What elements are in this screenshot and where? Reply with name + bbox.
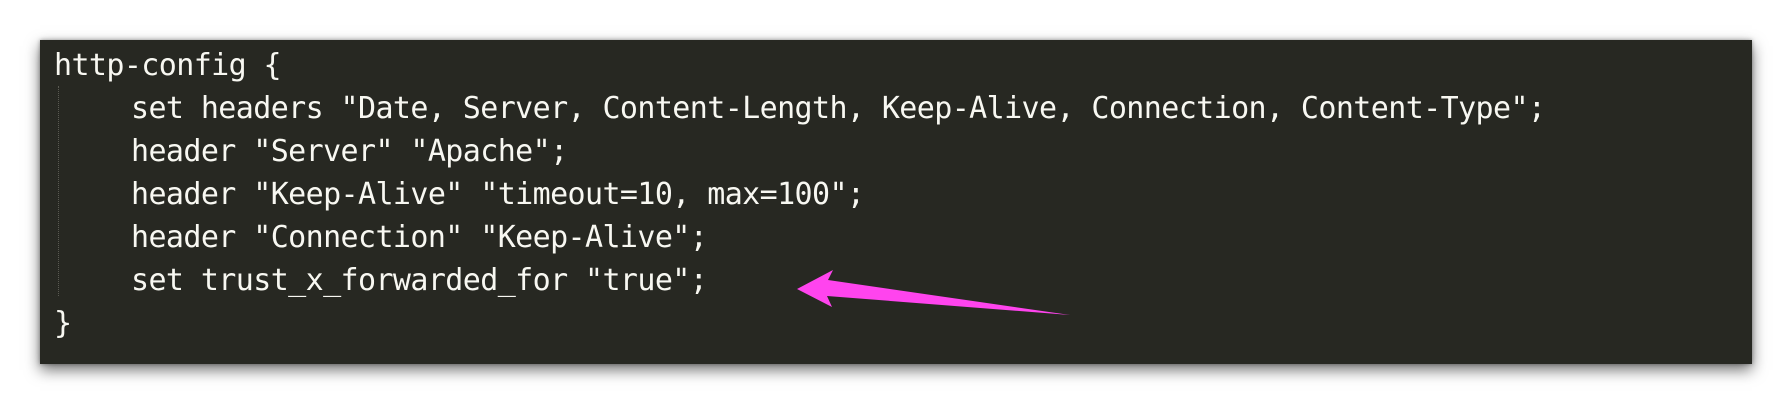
code-snippet-panel: http-config { set headers "Date, Server, … [40,40,1752,364]
code-line-2: set headers "Date, Server, Content-Lengt… [131,91,1546,126]
code-line-3: header "Server" "Apache"; [131,134,568,169]
code-line-7: } [54,306,72,341]
code-block: http-config { set headers "Date, Server, … [54,44,1546,345]
code-line-6: set trust_x_forwarded_for "true"; [131,263,708,298]
code-line-4: header "Keep-Alive" "timeout=10, max=100… [131,177,865,212]
code-line-5: header "Connection" "Keep-Alive"; [131,220,708,255]
code-line-1: http-config { [54,48,282,83]
